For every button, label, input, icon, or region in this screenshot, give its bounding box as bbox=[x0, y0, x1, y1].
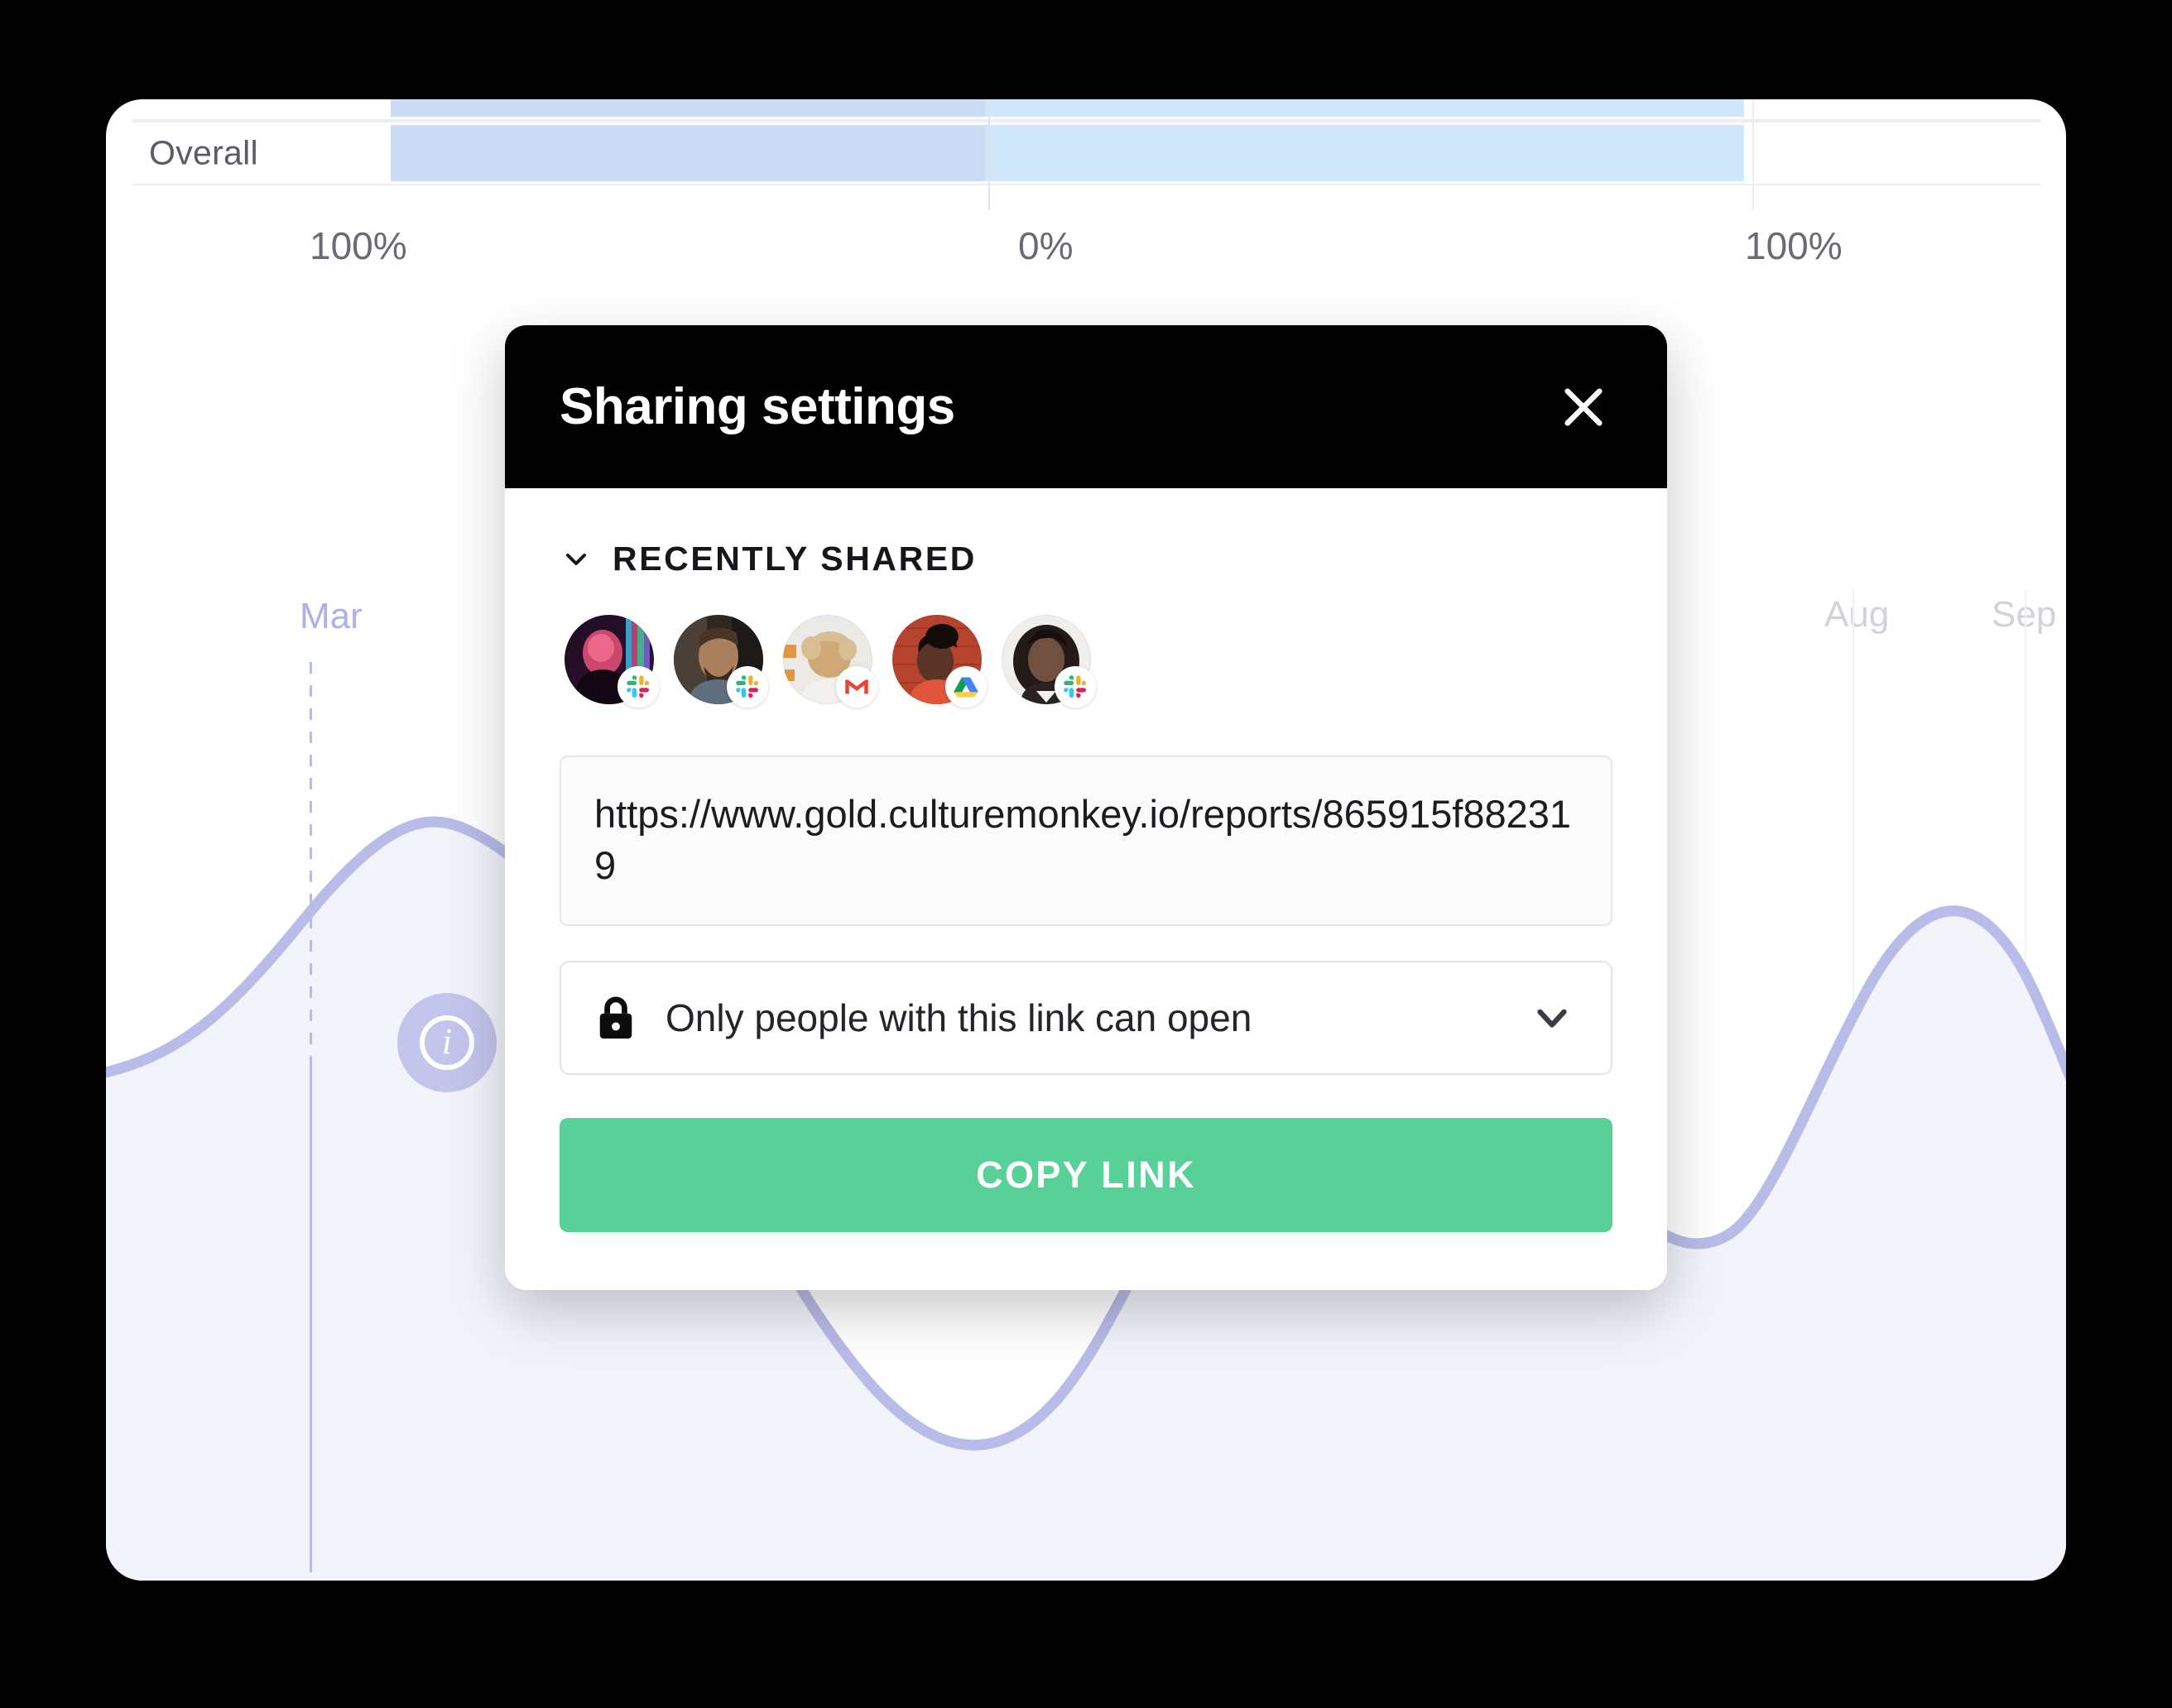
gmail-icon bbox=[836, 666, 877, 708]
info-marker[interactable]: i bbox=[397, 993, 497, 1092]
bar-track-overall bbox=[391, 122, 2041, 184]
axis-tick-left: 100% bbox=[310, 224, 407, 267]
mar-solid-guide bbox=[310, 1059, 312, 1572]
google-drive-icon bbox=[945, 666, 987, 708]
bar-row-overall: Overall bbox=[132, 121, 2041, 185]
bar-row-label: Overall bbox=[149, 133, 258, 172]
recently-shared-label: RECENTLY SHARED bbox=[613, 540, 977, 578]
slack-icon bbox=[727, 666, 768, 708]
page-title: Sharing settings bbox=[560, 378, 955, 435]
bar-row-partial bbox=[132, 99, 2041, 121]
chevron-down-icon bbox=[1528, 994, 1576, 1042]
avatar[interactable] bbox=[674, 615, 768, 708]
share-link-field[interactable]: https://www.gold.culturemonkey.io/report… bbox=[560, 756, 1612, 927]
info-icon: i bbox=[420, 1015, 474, 1070]
recently-shared-avatars bbox=[560, 615, 1612, 708]
bar-segment-positive bbox=[984, 125, 1745, 181]
avatar[interactable] bbox=[1002, 615, 1096, 708]
axis-end-line bbox=[1752, 99, 1754, 210]
recently-shared-header[interactable]: RECENTLY SHARED bbox=[560, 540, 1612, 578]
axis-tick-right: 100% bbox=[1745, 224, 1843, 267]
copy-link-button[interactable]: COPY LINK bbox=[560, 1118, 1612, 1233]
sharing-settings-modal: Sharing settings RECENTLY SHARED https:/… bbox=[505, 325, 1667, 1291]
screen-root: Overall 100% 0% 100% Mar Aug Sep i Shari… bbox=[0, 0, 2172, 1708]
diverging-bar-chart: Overall 100% 0% 100% bbox=[106, 99, 2066, 306]
axis-tick-center: 0% bbox=[1018, 224, 1074, 267]
permission-value: Only people with this link can open bbox=[666, 996, 1252, 1040]
slack-icon bbox=[1055, 666, 1096, 708]
bar-segment-negative bbox=[391, 99, 985, 117]
slack-icon bbox=[617, 666, 659, 708]
bar-track bbox=[391, 99, 2041, 119]
axis-zero-line bbox=[988, 99, 991, 210]
avatar[interactable] bbox=[783, 615, 877, 708]
avatar[interactable] bbox=[565, 615, 659, 708]
modal-header: Sharing settings bbox=[505, 325, 1667, 488]
bar-segment-negative bbox=[391, 125, 985, 181]
chevron-down-icon bbox=[560, 543, 593, 576]
modal-body: RECENTLY SHARED https://www.gold.culture… bbox=[505, 488, 1667, 1290]
share-link-value: https://www.gold.culturemonkey.io/report… bbox=[594, 792, 1572, 888]
close-icon bbox=[1556, 380, 1611, 434]
lock-icon bbox=[594, 994, 666, 1042]
bar-chart-axis: 100% 0% 100% bbox=[106, 223, 2066, 281]
permission-dropdown[interactable]: Only people with this link can open bbox=[560, 961, 1612, 1076]
close-button[interactable] bbox=[1548, 372, 1619, 443]
avatar[interactable] bbox=[892, 615, 987, 708]
bar-segment-positive bbox=[984, 99, 1745, 117]
